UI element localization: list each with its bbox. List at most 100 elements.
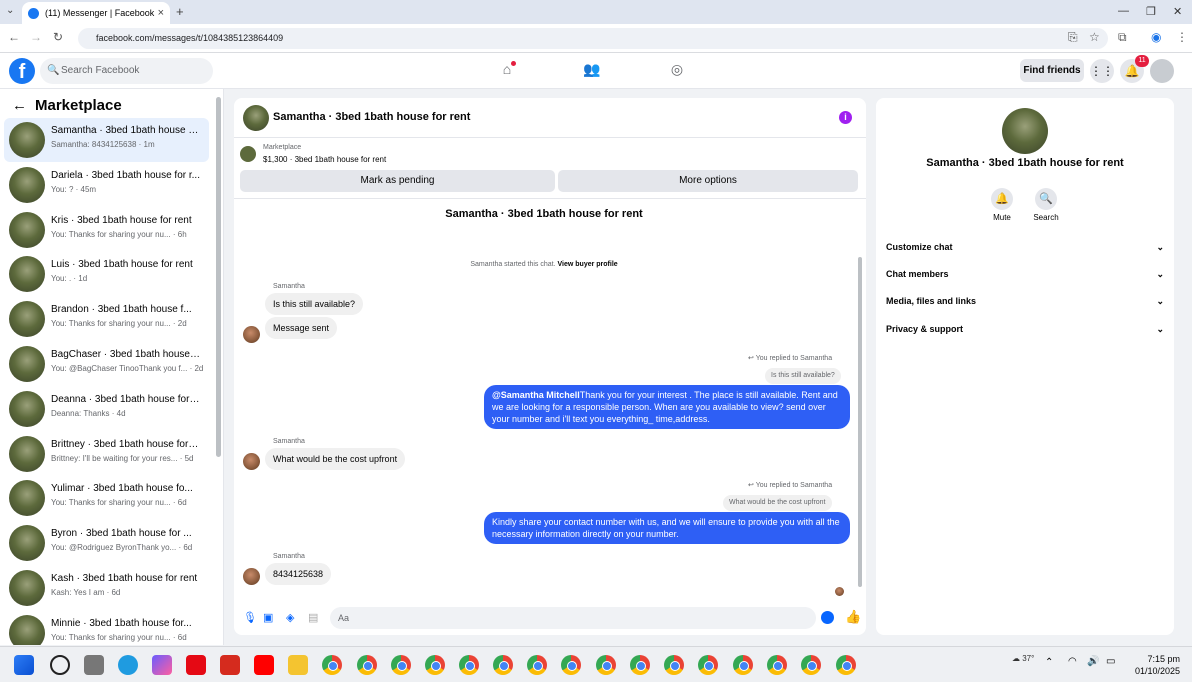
menu-grid-icon[interactable]: ⋮⋮ bbox=[1090, 59, 1114, 83]
privacy-support-section[interactable]: Privacy & support ⌄ bbox=[886, 324, 1168, 334]
chrome-profile-icon[interactable] bbox=[836, 655, 856, 675]
bookmark-star-icon[interactable]: ☆ bbox=[1089, 30, 1100, 44]
chrome-profile-icon[interactable] bbox=[527, 655, 547, 675]
chrome-profile-icon[interactable] bbox=[698, 655, 718, 675]
maximize-icon[interactable]: ❐ bbox=[1146, 5, 1156, 18]
more-options-button[interactable]: More options bbox=[558, 170, 858, 192]
outgoing-message[interactable]: Kindly share your contact number with us… bbox=[484, 512, 850, 544]
url-field[interactable]: facebook.com/messages/t/1084385123864409 bbox=[78, 28, 1108, 49]
install-icon[interactable]: ⎘ bbox=[1068, 30, 1078, 45]
conversation-item[interactable]: Byron · 3bed 1bath house for ... You: @Ro… bbox=[4, 521, 209, 565]
groups-icon[interactable]: ◎ bbox=[667, 61, 687, 81]
chat-avatar[interactable] bbox=[243, 105, 269, 131]
chrome-profile-icon[interactable] bbox=[733, 655, 753, 675]
outgoing-message[interactable]: @Samantha MitchellThank you for your int… bbox=[484, 385, 850, 429]
extensions-icon[interactable]: ⧉ bbox=[1118, 30, 1127, 45]
conversation-item[interactable]: Brandon · 3bed 1bath house f... You: Than… bbox=[4, 297, 209, 341]
sender-avatar[interactable] bbox=[243, 326, 260, 343]
sticker-icon[interactable]: ◈ bbox=[286, 611, 294, 624]
chrome-icon[interactable] bbox=[322, 655, 342, 675]
file-explorer-icon[interactable] bbox=[288, 655, 308, 675]
gif-icon[interactable]: ▤ bbox=[308, 611, 318, 624]
back-arrow-icon[interactable]: ← bbox=[12, 97, 27, 114]
friends-icon[interactable]: 👥 bbox=[582, 61, 602, 81]
profile-icon[interactable]: ◉ bbox=[1151, 30, 1161, 44]
quoted-message[interactable]: What would be the cost upfront bbox=[723, 495, 832, 511]
conversation-item[interactable]: Deanna · 3bed 1bath house for r... Deanna… bbox=[4, 387, 209, 431]
details-avatar[interactable] bbox=[1002, 108, 1048, 154]
quoted-message[interactable]: Is this still available? bbox=[765, 368, 841, 384]
find-friends-button[interactable]: Find friends bbox=[1020, 59, 1084, 82]
clock[interactable]: 7:15 pm 01/10/2025 bbox=[1126, 653, 1180, 677]
sidebar-scrollbar[interactable] bbox=[216, 97, 221, 457]
tab-close-icon[interactable]: × bbox=[158, 7, 164, 19]
weather-widget[interactable]: ☁ 37° bbox=[1012, 654, 1034, 663]
battery-icon[interactable]: ▭ bbox=[1106, 656, 1115, 667]
microphone-icon[interactable]: 🎙 bbox=[243, 611, 257, 624]
mark-as-pending-button[interactable]: Mark as pending bbox=[240, 170, 555, 192]
conversation-item[interactable]: Kris · 3bed 1bath house for rent You: Tha… bbox=[4, 208, 209, 252]
incoming-message[interactable]: Message sent bbox=[265, 317, 338, 339]
back-icon[interactable]: ← bbox=[8, 30, 20, 44]
browser-menu-icon[interactable]: ⋮ bbox=[1176, 30, 1188, 44]
close-window-icon[interactable]: ✕ bbox=[1173, 5, 1182, 18]
reload-icon[interactable]: ↻ bbox=[53, 30, 63, 44]
forward-icon[interactable]: → bbox=[30, 30, 42, 44]
conversation-item[interactable]: Brittney · 3bed 1bath house for r... Brit… bbox=[4, 432, 209, 476]
thumbs-up-icon[interactable]: 👍 bbox=[845, 609, 861, 625]
search-icon[interactable] bbox=[50, 655, 70, 675]
minimize-icon[interactable]: — bbox=[1118, 5, 1129, 17]
chat-title[interactable]: Samantha · 3bed 1bath house for rent bbox=[273, 111, 470, 123]
chrome-profile-icon[interactable] bbox=[391, 655, 411, 675]
chrome-profile-icon[interactable] bbox=[459, 655, 479, 675]
conversation-item[interactable]: BagChaser · 3bed 1bath house f... You: @B… bbox=[4, 342, 209, 386]
wps-icon[interactable] bbox=[220, 655, 240, 675]
incoming-message[interactable]: 8434125638 bbox=[265, 563, 332, 585]
incoming-message[interactable]: Is this still available? bbox=[265, 293, 364, 315]
chrome-profile-icon[interactable] bbox=[664, 655, 684, 675]
conversation-item[interactable]: Luis · 3bed 1bath house for rent You: . ·… bbox=[4, 252, 209, 296]
conversation-item[interactable]: Samantha · 3bed 1bath house fo... Samanth… bbox=[4, 118, 209, 162]
photo-icon[interactable]: ▣ bbox=[263, 611, 273, 624]
chrome-profile-icon[interactable] bbox=[630, 655, 650, 675]
chrome-profile-icon[interactable] bbox=[425, 655, 445, 675]
tray-chevron-icon[interactable]: ⌃ bbox=[1045, 657, 1053, 668]
conversation-item[interactable]: Dariela · 3bed 1bath house for r... You: … bbox=[4, 163, 209, 207]
view-buyer-profile-link[interactable]: View buyer profile bbox=[558, 261, 618, 268]
new-tab-icon[interactable]: + bbox=[176, 4, 184, 19]
media-files-links-section[interactable]: Media, files and links ⌄ bbox=[886, 296, 1168, 306]
chrome-profile-icon[interactable] bbox=[493, 655, 513, 675]
search-icon[interactable]: 🔍 bbox=[1035, 188, 1057, 210]
chat-scrollbar[interactable] bbox=[858, 257, 862, 587]
conversation-item[interactable]: Minnie · 3bed 1bath house for... You: Tha… bbox=[4, 611, 209, 645]
chrome-profile-icon[interactable] bbox=[801, 655, 821, 675]
edge-icon[interactable] bbox=[118, 655, 138, 675]
sender-avatar[interactable] bbox=[243, 568, 260, 585]
emoji-icon[interactable] bbox=[821, 611, 834, 624]
facebook-logo[interactable]: f bbox=[9, 58, 35, 84]
netflix-icon[interactable] bbox=[186, 655, 206, 675]
mention[interactable]: @Samantha Mitchell bbox=[492, 390, 580, 400]
browser-tab[interactable]: (11) Messenger | Facebook × bbox=[22, 2, 170, 24]
volume-icon[interactable]: 🔊 bbox=[1087, 656, 1099, 667]
mute-bell-icon[interactable]: 🔔 bbox=[991, 188, 1013, 210]
customize-chat-section[interactable]: Customize chat ⌄ bbox=[886, 242, 1168, 252]
info-icon[interactable]: i bbox=[839, 111, 852, 124]
search-input[interactable]: 🔍 Search Facebook bbox=[40, 58, 213, 84]
sender-avatar[interactable] bbox=[243, 453, 260, 470]
wifi-icon[interactable]: ◠ bbox=[1068, 656, 1077, 667]
incoming-message[interactable]: What would be the cost upfront bbox=[265, 448, 406, 470]
account-avatar[interactable] bbox=[1150, 59, 1174, 83]
chat-members-section[interactable]: Chat members ⌄ bbox=[886, 269, 1168, 279]
conversation-item[interactable]: Yulimar · 3bed 1bath house fo... You: Tha… bbox=[4, 476, 209, 520]
chrome-profile-icon[interactable] bbox=[596, 655, 616, 675]
chrome-profile-icon[interactable] bbox=[561, 655, 581, 675]
youtube-icon[interactable] bbox=[254, 655, 274, 675]
task-view-icon[interactable] bbox=[84, 655, 104, 675]
conversation-item[interactable]: Kash · 3bed 1bath house for rent Kash: Ye… bbox=[4, 566, 209, 610]
copilot-icon[interactable] bbox=[152, 655, 172, 675]
start-icon[interactable] bbox=[14, 655, 34, 675]
message-input[interactable]: Aa bbox=[330, 607, 816, 629]
chrome-profile-icon-active[interactable] bbox=[767, 655, 787, 675]
chrome-profile-icon[interactable] bbox=[357, 655, 377, 675]
